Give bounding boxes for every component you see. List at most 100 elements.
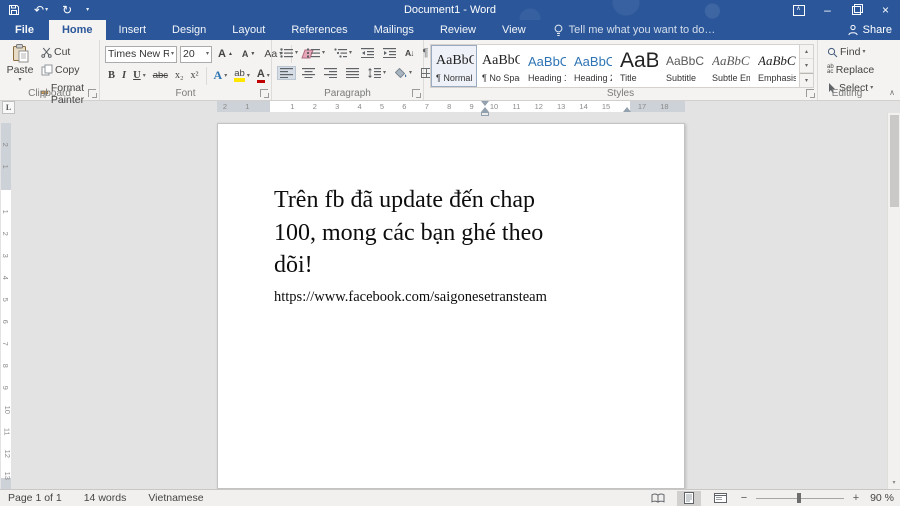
style-label: Title <box>620 73 658 83</box>
save-button[interactable] <box>8 4 20 16</box>
font-dialog-launcher[interactable] <box>260 89 268 97</box>
tab-file[interactable]: File <box>0 20 49 40</box>
styles-dialog-launcher[interactable] <box>806 89 814 97</box>
replace-icon: abac <box>827 65 834 75</box>
tab-review[interactable]: Review <box>427 20 489 40</box>
font-color-button[interactable]: A▾ <box>254 67 273 85</box>
style-subtitle[interactable]: AaBbCcDSubtitle <box>661 45 707 87</box>
collapse-ribbon-button[interactable]: ∧ <box>889 88 895 97</box>
ruler-number: 4 <box>358 103 362 111</box>
style-no-spacing[interactable]: AaBbCcDd¶ No Spac… <box>477 45 523 87</box>
scrollbar-down-button[interactable]: ▾ <box>888 476 900 489</box>
style-subtle-emphasis[interactable]: AaBbCcDSubtle Em… <box>707 45 753 87</box>
replace-button[interactable]: abac Replace <box>824 62 877 78</box>
styles-scroll-up-button[interactable]: ▴ <box>800 45 813 59</box>
vertical-ruler[interactable]: 2112345678910111213 <box>1 123 11 489</box>
shading-button[interactable]: ▾ <box>392 66 415 80</box>
style-normal[interactable]: AaBbCcDd¶ Normal <box>431 45 477 87</box>
styles-more-button[interactable]: ▾ <box>800 73 813 87</box>
horizontal-ruler[interactable]: 211234567891011121314151718 <box>217 101 685 112</box>
italic-button[interactable]: I <box>119 68 129 83</box>
align-right-icon <box>324 68 337 78</box>
vertical-scrollbar[interactable]: ▴ ▾ <box>887 113 900 489</box>
paragraph-group: ▾ ▾ ▾ A↓ ¶ ▾ ▾ ▾ Paragraph <box>272 40 424 100</box>
style-heading-1[interactable]: AaBbCcHeading 1 <box>523 45 569 87</box>
subscript-button[interactable]: x₂ <box>172 68 187 83</box>
document-page[interactable]: Trên fb đã update đến chap100, mong các … <box>217 123 685 489</box>
tell-me-label: Tell me what you want to do… <box>569 24 716 36</box>
tab-design[interactable]: Design <box>159 20 219 40</box>
multilevel-list-button[interactable]: ▾ <box>331 46 355 60</box>
right-indent-marker[interactable] <box>623 107 631 112</box>
ruler-number: 10 <box>490 103 498 111</box>
divider <box>206 67 207 85</box>
left-indent-box-marker[interactable] <box>481 112 489 116</box>
styles-scroll-down-button[interactable]: ▾ <box>800 59 813 73</box>
tell-me-box[interactable]: Tell me what you want to do… <box>553 20 716 40</box>
ribbon-display-options-button[interactable]: ∧ <box>784 0 813 20</box>
line-spacing-button[interactable]: ▾ <box>365 66 389 80</box>
text-highlight-button[interactable]: ab▾ <box>231 67 253 85</box>
tab-selector[interactable]: L <box>2 101 15 114</box>
zoom-in-button[interactable]: + <box>851 492 861 504</box>
align-left-button[interactable] <box>277 66 296 80</box>
clipboard-dialog-launcher[interactable] <box>88 89 96 97</box>
word-count[interactable]: 14 words <box>84 492 127 504</box>
font-family-combo[interactable]: Times New Ro▾ <box>105 46 177 63</box>
minimize-button[interactable]: – <box>813 0 842 20</box>
document-area: 2112345678910111213 Trên fb đã update đế… <box>0 113 900 489</box>
cut-button[interactable]: Cut <box>38 44 99 60</box>
align-center-button[interactable] <box>299 66 318 80</box>
style-emphasis[interactable]: AaBbCcDEmphasis <box>753 45 799 87</box>
scrollbar-thumb[interactable] <box>890 115 899 207</box>
web-layout-button[interactable] <box>708 491 732 506</box>
tab-view[interactable]: View <box>489 20 539 40</box>
page-indicator[interactable]: Page 1 of 1 <box>8 492 62 504</box>
copy-button[interactable]: Copy <box>38 62 99 78</box>
numbering-button[interactable]: ▾ <box>304 46 328 60</box>
superscript-button[interactable]: x² <box>188 68 202 83</box>
undo-button[interactable]: ↶▾ <box>34 4 48 16</box>
underline-button[interactable]: U▾ <box>130 68 149 83</box>
ruler-number: 9 <box>1 386 9 390</box>
read-mode-button[interactable] <box>646 491 670 506</box>
document-text: Trên fb đã update đến chap100, mong các … <box>274 184 547 306</box>
decrease-indent-button[interactable] <box>358 46 377 60</box>
grow-font-button[interactable]: A▲ <box>215 46 236 62</box>
bullets-button[interactable]: ▾ <box>277 46 301 60</box>
increase-indent-button[interactable] <box>380 46 399 60</box>
paragraph-dialog-launcher[interactable] <box>412 89 420 97</box>
first-line-indent-marker[interactable] <box>481 101 489 106</box>
text-effects-button[interactable]: A▾ <box>211 66 231 85</box>
language-indicator[interactable]: Vietnamese <box>148 492 203 504</box>
print-layout-button[interactable] <box>677 491 701 506</box>
redo-button[interactable]: ↻ <box>62 4 72 16</box>
undo-caret-icon: ▾ <box>45 7 48 13</box>
share-button[interactable]: Share <box>847 20 892 40</box>
sort-button[interactable]: A↓ <box>402 46 416 60</box>
customize-qat-button[interactable]: ▾ <box>86 7 89 13</box>
zoom-level[interactable]: 90 % <box>868 492 894 504</box>
zoom-slider-thumb[interactable] <box>797 493 801 503</box>
restore-button[interactable] <box>842 0 871 20</box>
style-heading-2[interactable]: AaBbCcDHeading 2 <box>569 45 615 87</box>
status-bar-right: − + 90 % <box>646 490 894 506</box>
shrink-font-button[interactable]: A▼ <box>239 47 258 61</box>
zoom-slider[interactable] <box>756 492 844 504</box>
strikethrough-button[interactable]: abc <box>150 68 171 83</box>
style-title[interactable]: AaBTitle <box>615 45 661 87</box>
tab-mailings[interactable]: Mailings <box>361 20 427 40</box>
ruler-number: 1 <box>290 103 294 111</box>
font-size-combo[interactable]: 20▾ <box>180 46 212 63</box>
close-button[interactable]: × <box>871 0 900 20</box>
tab-references[interactable]: References <box>278 20 360 40</box>
zoom-out-button[interactable]: − <box>739 492 749 504</box>
align-right-button[interactable] <box>321 66 340 80</box>
ribbon-tabs: HomeInsertDesignLayoutReferencesMailings… <box>49 20 539 40</box>
find-button[interactable]: Find ▾ <box>824 44 877 60</box>
tab-layout[interactable]: Layout <box>219 20 278 40</box>
bold-button[interactable]: B <box>105 68 118 83</box>
tab-home[interactable]: Home <box>49 20 106 40</box>
tab-insert[interactable]: Insert <box>106 20 160 40</box>
justify-button[interactable] <box>343 66 362 80</box>
